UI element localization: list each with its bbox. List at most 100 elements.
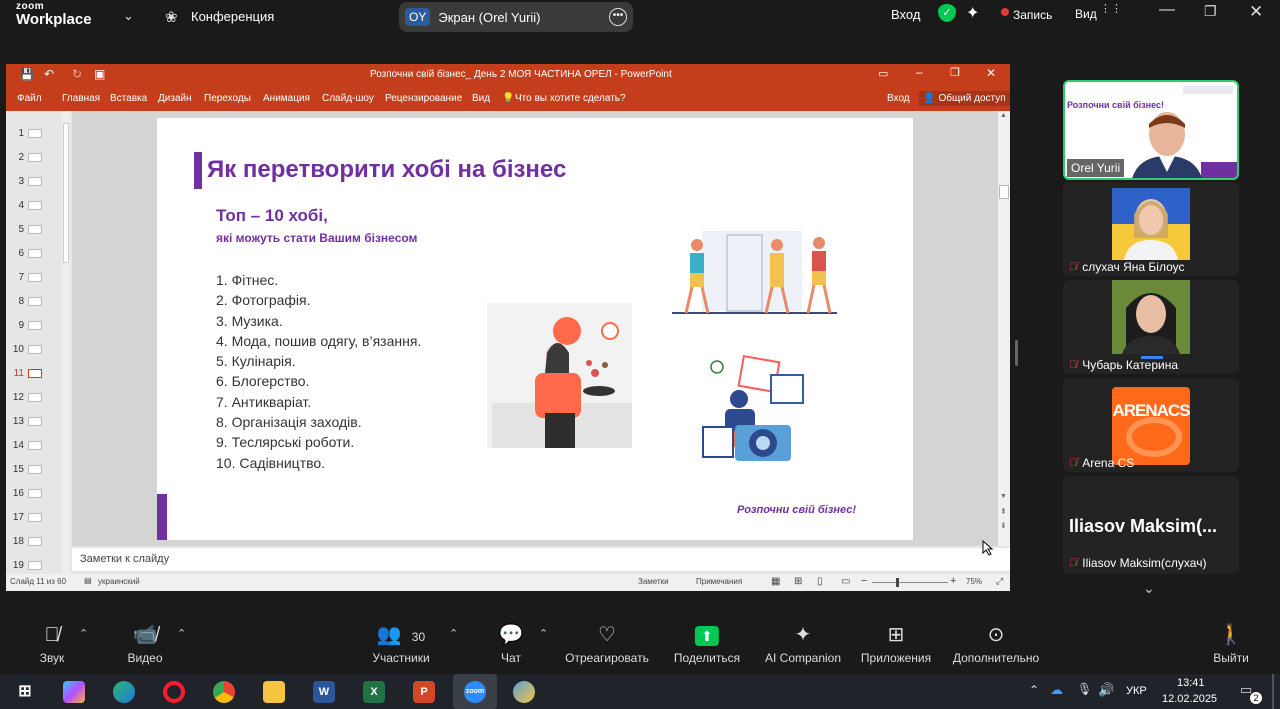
audio-options-icon[interactable]: ⌃ [79,627,88,640]
undo-icon[interactable]: ↶ [44,67,54,81]
thumbnail-4[interactable]: 4 [6,195,62,219]
audio-button[interactable]: 🎙̸ Звук [40,621,65,665]
chat-button[interactable]: 💬 Чат [499,621,524,665]
thumbnail-5[interactable]: 5 [6,219,62,243]
ppt-minimize-icon[interactable]: – [916,65,923,79]
current-slide[interactable]: Як перетворити хобі на бізнес Топ – 10 х… [157,118,913,540]
save-icon[interactable]: 💾 [20,68,34,81]
ai-companion-button[interactable]: ✦ AI Companion [765,621,841,665]
react-button[interactable]: ♡ Отреагировать [565,621,649,665]
meeting-label[interactable]: Конференция [191,9,274,24]
ppt-close-icon[interactable]: ✕ [986,66,996,80]
zoom-slider[interactable] [872,582,948,583]
excel-icon[interactable]: X [363,681,385,703]
tab-slideshow[interactable]: Слайд-шоу [322,93,374,104]
chevron-down-icon[interactable]: ⌄ [1143,580,1155,597]
record-button[interactable]: Запись [1013,8,1052,22]
screen-share-pill[interactable]: OY Экран (Orel Yurii) ••• [399,2,633,32]
thumbnail-1[interactable]: 1 [6,123,62,147]
thumbnail-3[interactable]: 3 [6,171,62,195]
windows-start-icon[interactable]: ⊞ [14,681,36,703]
shield-check-icon[interactable]: ✓ [938,4,956,22]
participant-tile-3[interactable]: ARENACS 🎙̸ Arena CS [1063,378,1239,472]
video-button[interactable]: 📹̸ Видео [127,621,162,665]
ppt-signin[interactable]: Вход [887,93,910,104]
thumbnail-8[interactable]: 8 [6,291,62,315]
tab-home[interactable]: Главная [62,93,100,104]
tab-insert[interactable]: Вставка [110,93,147,104]
thumbnail-11-selected[interactable]: 11 [6,363,62,387]
ppt-restore-icon[interactable]: ❐ [950,66,960,79]
video-options-icon[interactable]: ⌃ [177,627,186,640]
slideshow-view-icon[interactable]: ▭ [841,576,850,587]
thumbnail-17[interactable]: 17 [6,507,62,531]
comments-toggle[interactable]: Примечания [696,577,742,586]
chevron-down-icon[interactable]: ⌄ [123,8,134,24]
present-icon[interactable]: ▣ [94,67,105,81]
zoom-in-icon[interactable]: + [950,575,956,587]
participant-tile-1[interactable]: 🎙̸ слухач Яна Білоус [1063,182,1239,276]
thumbnail-10[interactable]: 10 [6,339,62,363]
chrome-icon[interactable] [213,681,235,703]
share-button[interactable]: ⬆ Поделиться [674,621,740,665]
sorter-view-icon[interactable]: ⊞ [794,576,802,587]
speaker-video-tile[interactable]: Розпочни свій бізнес! Orel Yurii [1063,80,1239,180]
powerpoint-icon[interactable]: P [413,681,435,703]
view-grid-icon[interactable]: ⋮⋮ [1100,2,1122,15]
notes-pane[interactable]: Заметки к слайду [72,548,1010,571]
mic-tray-icon[interactable]: 🎙 [1077,682,1092,696]
scroll-down-icon[interactable]: ▼ [1000,493,1007,500]
thumbnail-13[interactable]: 13 [6,411,62,435]
scroll-up-icon[interactable]: ▲ [1000,112,1007,119]
spellcheck-icon[interactable]: ▤ [84,576,92,585]
opera-icon[interactable] [163,681,185,703]
language-indicator[interactable]: УКР [1126,685,1147,697]
close-icon[interactable]: ✕ [1249,2,1263,22]
reading-view-icon[interactable]: ▯ [817,576,823,587]
tab-review[interactable]: Рецензирование [385,93,462,104]
thumbnail-12[interactable]: 12 [6,387,62,411]
show-desktop-button[interactable] [1272,674,1274,709]
tray-chevron-icon[interactable]: ⌃ [1029,683,1039,697]
thumbnail-2[interactable]: 2 [6,147,62,171]
thumbnail-15[interactable]: 15 [6,459,62,483]
participant-tile-4[interactable]: Iliasov Maksim(... 🎙̸ Iliasov Maksim(слух… [1063,476,1239,574]
thumbnail-9[interactable]: 9 [6,315,62,339]
clock-date[interactable]: 12.02.2025 [1162,693,1217,705]
prev-slide-icon[interactable]: ⇞ [1000,507,1007,516]
signin-link[interactable]: Вход [891,7,920,22]
zoom-app-icon[interactable]: zoom [464,681,486,703]
fit-slide-icon[interactable]: ⤢ [996,576,1003,587]
next-slide-icon[interactable]: ⇟ [1000,521,1007,530]
ppt-share-button[interactable]: 👤 Общий доступ [919,91,1010,106]
scroll-thumb[interactable] [999,185,1009,199]
zoom-slider-thumb[interactable] [896,578,899,587]
copilot-icon[interactable] [63,681,85,703]
participants-button[interactable]: 👥 30 Участники [372,621,429,665]
thumbnail-14[interactable]: 14 [6,435,62,459]
participant-tile-2[interactable]: 🎙̸ Чубарь Катерина [1063,280,1239,374]
participants-options-icon[interactable]: ⌃ [449,627,458,640]
more-button[interactable]: ⊙ Дополнительно [953,621,1039,665]
tab-transitions[interactable]: Переходы [204,93,251,104]
thumbnail-7[interactable]: 7 [6,267,62,291]
tab-view[interactable]: Вид [472,93,490,104]
view-button[interactable]: Вид [1075,7,1097,21]
ribbon-options-icon[interactable]: ▭ [878,67,888,80]
thumbnail-6[interactable]: 6 [6,243,62,267]
notes-toggle[interactable]: Заметки [638,577,669,586]
volume-icon[interactable]: 🔊 [1098,682,1114,698]
tab-design[interactable]: Дизайн [158,93,192,104]
normal-view-icon[interactable]: ▦ [771,576,780,587]
thumbnail-18[interactable]: 18 [6,531,62,555]
paint-icon[interactable] [513,681,535,703]
panel-resize-handle[interactable] [1015,340,1018,366]
zoom-level[interactable]: 75% [966,577,982,586]
tab-file[interactable]: Файл [17,93,42,104]
word-icon[interactable]: W [313,681,335,703]
clock-time[interactable]: 13:41 [1177,677,1205,689]
restore-icon[interactable]: ❐ [1204,3,1217,20]
more-options-icon[interactable]: ••• [609,8,627,26]
minimize-icon[interactable]: — [1159,1,1175,19]
leave-button[interactable]: 🚶 Выйти [1213,621,1249,665]
